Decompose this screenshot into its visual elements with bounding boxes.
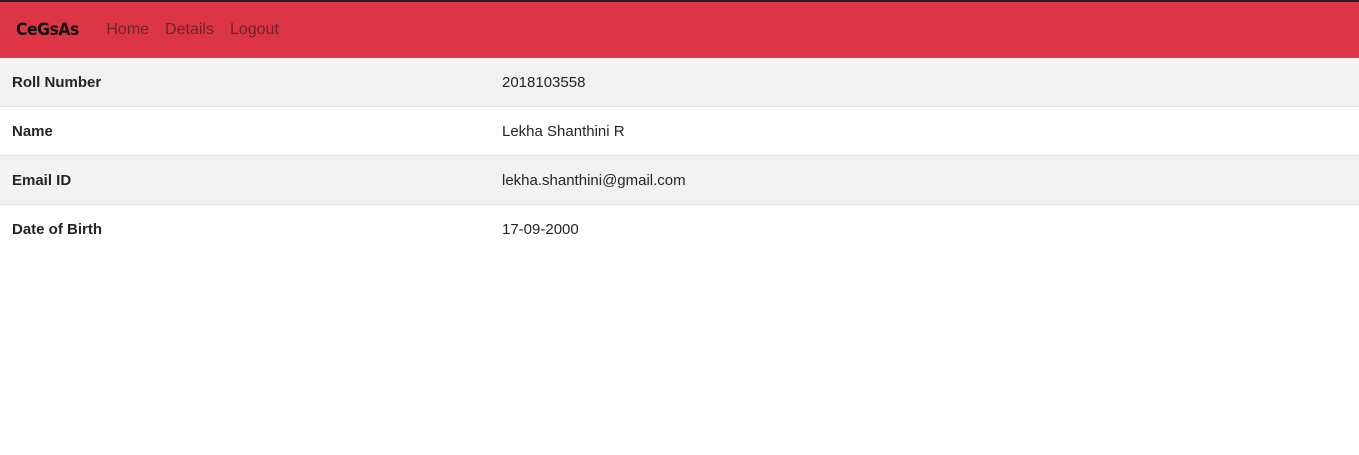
nav-link-details[interactable]: Details <box>165 21 214 39</box>
name-label: Name <box>0 106 490 156</box>
table-row-email: Email ID lekha.shanthini@gmail.com <box>0 155 1359 205</box>
brand-logo-link[interactable]: CeGsAs <box>16 20 79 40</box>
student-details-table: Roll Number 2018103558 Name Lekha Shanth… <box>0 58 1359 253</box>
nav-link-home[interactable]: Home <box>106 21 149 39</box>
table-row-roll-number: Roll Number 2018103558 <box>0 58 1359 107</box>
roll-number-value: 2018103558 <box>490 58 1359 107</box>
dob-label: Date of Birth <box>12 220 102 238</box>
navbar: CeGsAs Home Details Logout <box>0 2 1359 58</box>
email-value: lekha.shanthini@gmail.com <box>490 155 1359 205</box>
roll-number-label: Roll Number <box>0 58 490 107</box>
name-value: Lekha Shanthini R <box>490 106 1359 156</box>
nav-link-logout[interactable]: Logout <box>230 21 279 39</box>
table-row-name: Name Lekha Shanthini R <box>0 106 1359 156</box>
email-label: Email ID <box>0 155 490 205</box>
dob-value: 17-09-2000 <box>502 220 579 238</box>
table-row-dob: Date of Birth 17-09-2000 <box>0 205 1359 254</box>
